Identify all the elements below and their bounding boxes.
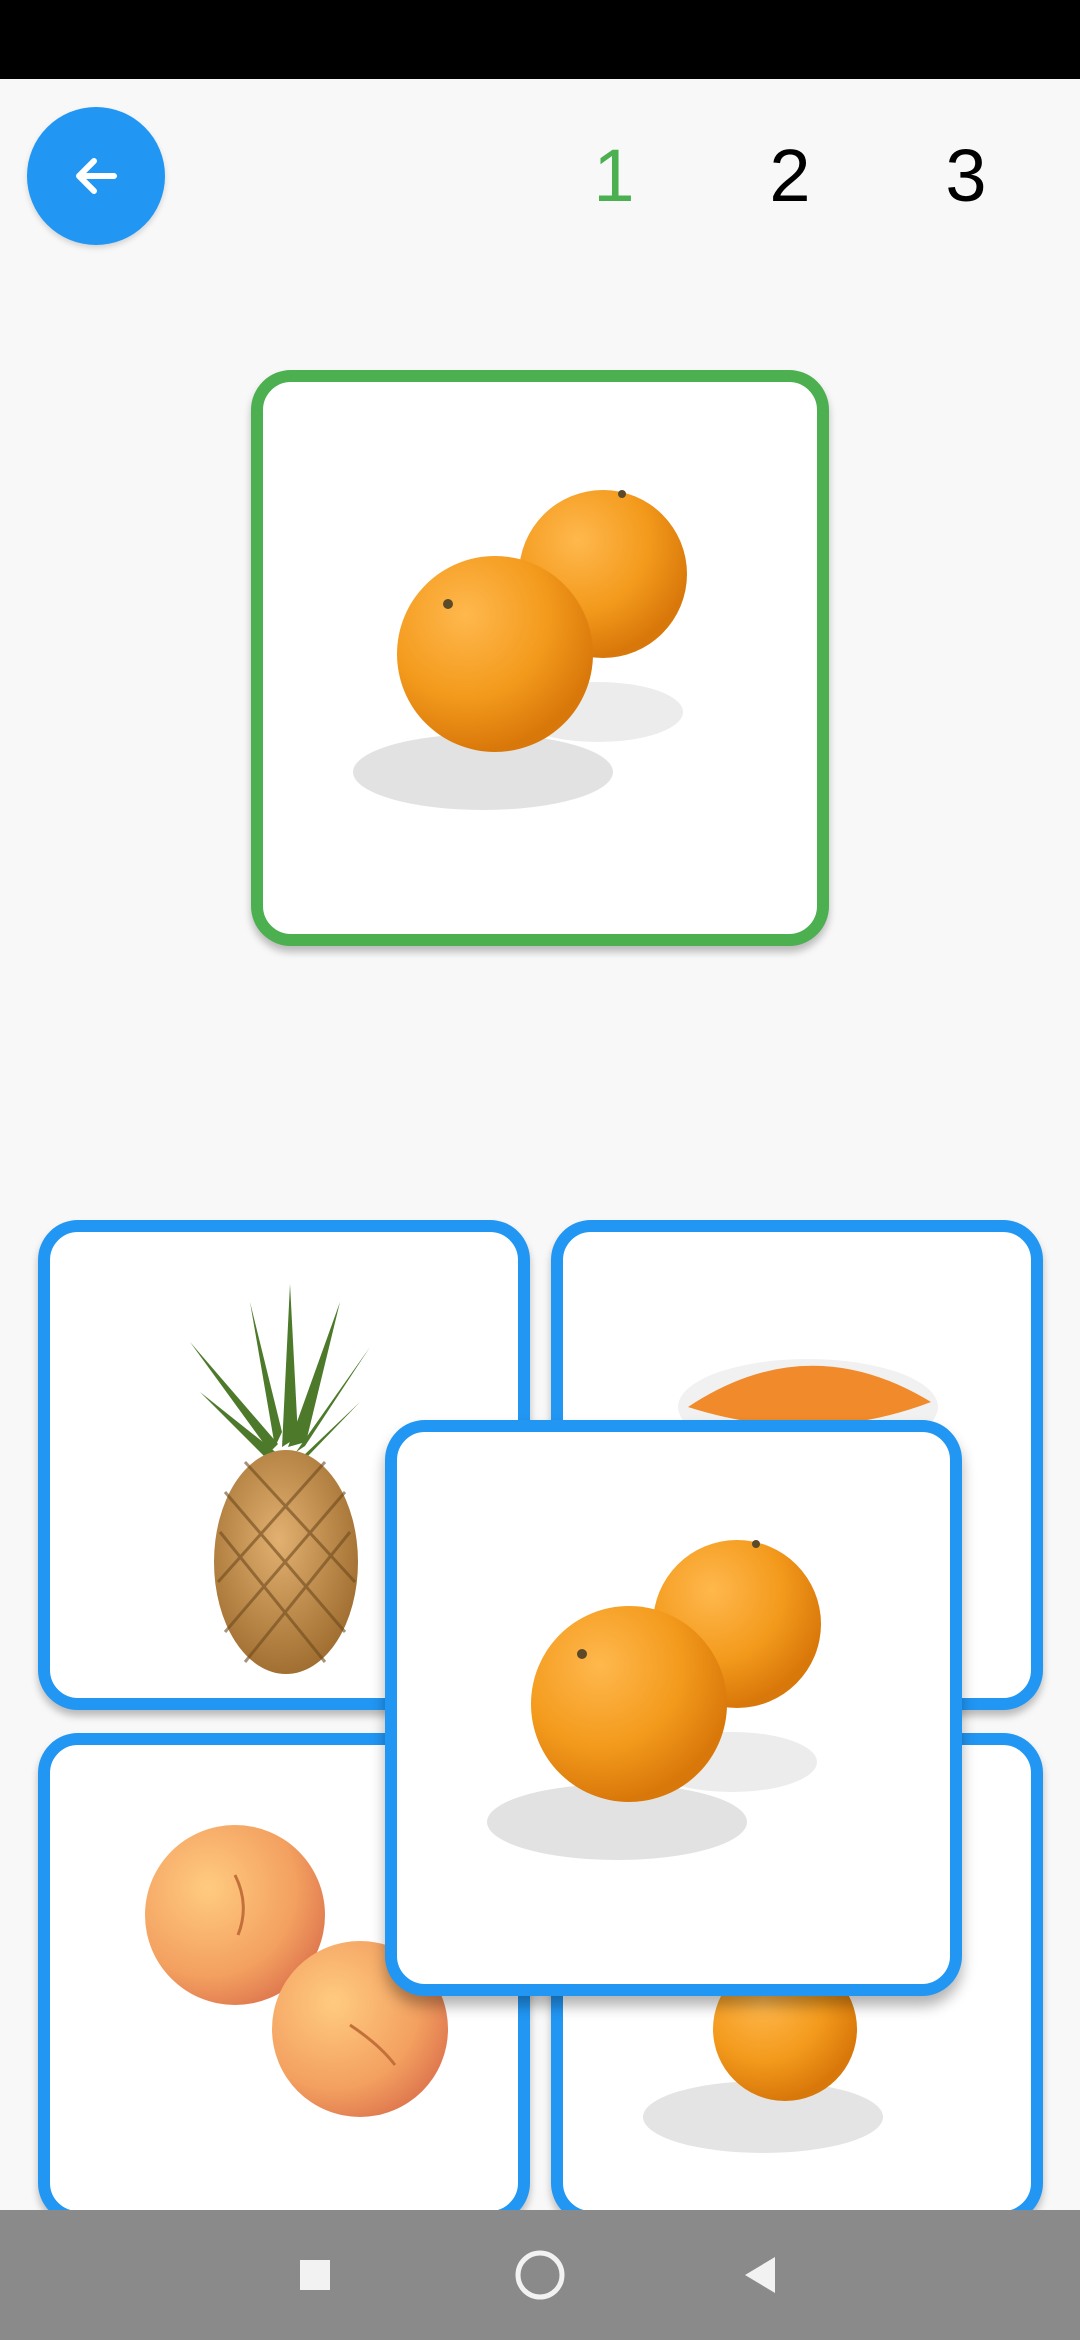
page-indicator-2[interactable]: 2: [750, 128, 830, 224]
back-button[interactable]: [27, 107, 165, 245]
orange-image: [487, 1540, 821, 1860]
arrow-left-icon: [76, 158, 117, 194]
recent-apps-button[interactable]: [255, 2210, 375, 2340]
home-button[interactable]: [480, 2210, 600, 2340]
back-nav-button[interactable]: [700, 2210, 820, 2340]
page-indicator-3[interactable]: 3: [926, 128, 1006, 224]
dragged-card[interactable]: [385, 1420, 962, 1996]
back-triangle-icon: [745, 2257, 775, 2293]
recent-apps-icon: [300, 2260, 330, 2290]
home-icon: [515, 2250, 565, 2300]
target-card: [251, 370, 829, 946]
system-nav-bar: [0, 2210, 1080, 2340]
orange-image: [353, 490, 687, 810]
page-indicator-1[interactable]: 1: [574, 128, 654, 224]
status-bar: [0, 0, 1080, 79]
